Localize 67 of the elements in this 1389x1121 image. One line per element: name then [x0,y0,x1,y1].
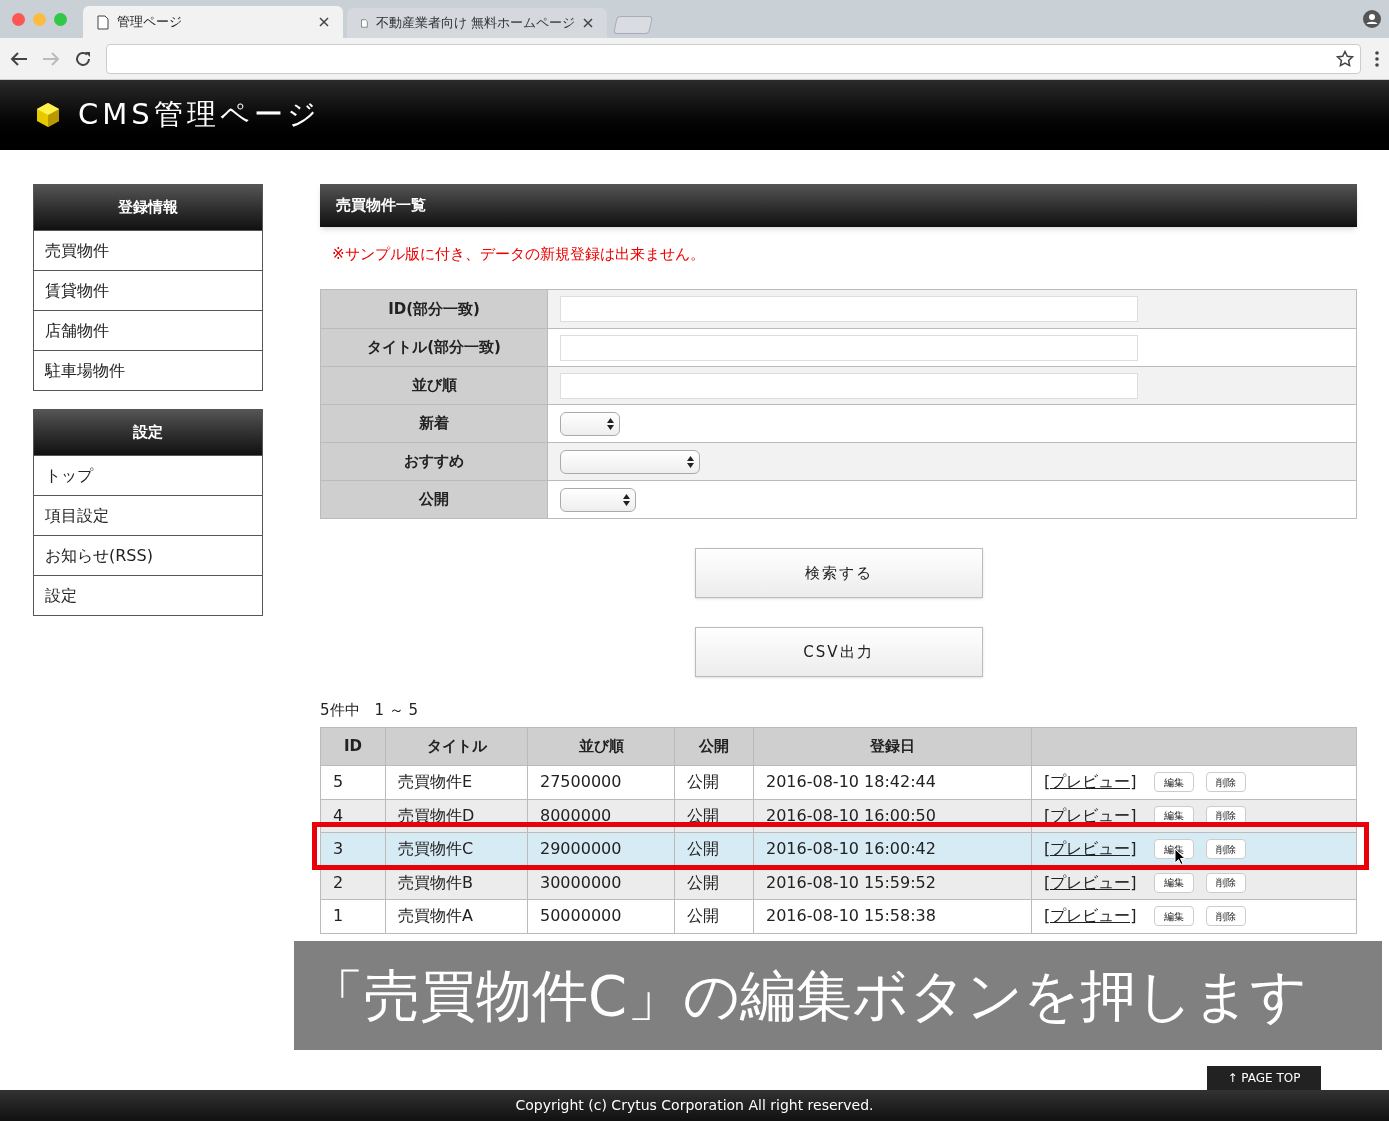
close-tab-icon[interactable] [583,18,593,28]
delete-button[interactable]: 削除 [1206,906,1247,927]
site-title: CMS管理ページ [78,96,321,134]
preview-link[interactable]: [プレビュー] [1044,870,1137,895]
edit-button[interactable]: 編集 [1154,872,1195,893]
table-cell: 2016-08-10 16:00:42 [754,833,1032,866]
field-label: タイトル(部分一致) [321,329,548,366]
page-icon [97,14,109,30]
edit-button[interactable]: 編集 [1154,772,1195,793]
table-cell: 3 [321,833,386,866]
table-cell: 50000000 [528,900,675,933]
forward-icon[interactable] [42,50,60,67]
preview-link[interactable]: [プレビュー] [1044,770,1137,795]
select-dropdown[interactable] [560,411,620,436]
menu-icon[interactable] [1375,50,1379,67]
field-label: 並び順 [321,367,548,404]
section-heading: 売買物件一覧 [320,184,1357,227]
table-cell: 27500000 [528,766,675,799]
action-button[interactable]: CSV出力 [694,627,983,677]
table-cell: 売買物件E [386,766,528,799]
table-cell: 5 [321,766,386,799]
copyright-text: Copyright (c) Crytus Corporation All right reserved. [515,1096,874,1115]
browser-tab[interactable]: 管理ページ [83,6,343,38]
updown-arrows-icon [687,455,694,468]
star-icon[interactable] [1336,49,1354,68]
delete-button[interactable]: 削除 [1206,772,1247,793]
updown-arrows-icon [607,417,614,430]
table-row[interactable]: 5 売買物件E 27500000 公開 2016-08-10 18:42:44 [プレビュー] 編集 削除 [321,765,1356,799]
table-cell: 29000000 [528,833,675,866]
reload-icon[interactable] [74,49,92,68]
table-cell: 2016-08-10 15:58:38 [754,900,1032,933]
cube-icon [36,102,60,128]
table-cell: 売買物件A [386,900,528,933]
notice-text: ※サンプル版に付き、データの新規登録は出来ません。 [332,244,706,265]
table-cell: 公開 [675,833,754,866]
pagination-text: 5件中 1 ～ 5 [320,700,420,719]
sidebar-heading: 設定 [34,410,262,455]
field-label: おすすめ [321,443,548,480]
select-dropdown[interactable] [560,449,700,474]
table-cell: 公開 [675,900,754,933]
table-cell: 公開 [675,766,754,799]
updown-arrows-icon [623,493,630,506]
preview-link[interactable]: [プレビュー] [1044,904,1137,929]
close-tab-icon[interactable] [319,17,329,27]
user-icon[interactable] [1363,10,1381,28]
text-input[interactable] [560,296,1138,322]
table-cell: 2016-08-10 18:42:44 [754,766,1032,799]
edit-button[interactable]: 編集 [1154,906,1195,927]
text-input[interactable] [560,372,1138,399]
text-input[interactable] [560,334,1138,361]
back-icon[interactable] [10,50,28,67]
table-cell: 1 [321,900,386,933]
preview-link[interactable]: [プレビュー] [1044,837,1137,862]
select-dropdown[interactable] [560,487,636,512]
action-button[interactable]: 検索する [694,548,983,598]
delete-button[interactable]: 削除 [1206,872,1247,893]
new-tab-button[interactable] [613,16,653,34]
field-label: 新着 [321,405,548,442]
table-cell: 売買物件C [386,833,528,866]
field-label: 公開 [321,481,548,518]
video-caption: 「売買物件C」の編集ボタンを押します [294,941,1382,1050]
table-row[interactable]: 1 売買物件A 50000000 公開 2016-08-10 15:58:38 [プレビュー] 編集 削除 [321,899,1356,933]
field-label: ID(部分一致) [321,290,548,328]
browser-tab[interactable]: 不動産業者向け 無料ホームページ [347,8,607,38]
delete-button[interactable]: 削除 [1206,839,1247,860]
sidebar-heading: 登録情報 [34,185,262,230]
page-top-link[interactable]: ↑ PAGE TOP [1207,1066,1321,1090]
